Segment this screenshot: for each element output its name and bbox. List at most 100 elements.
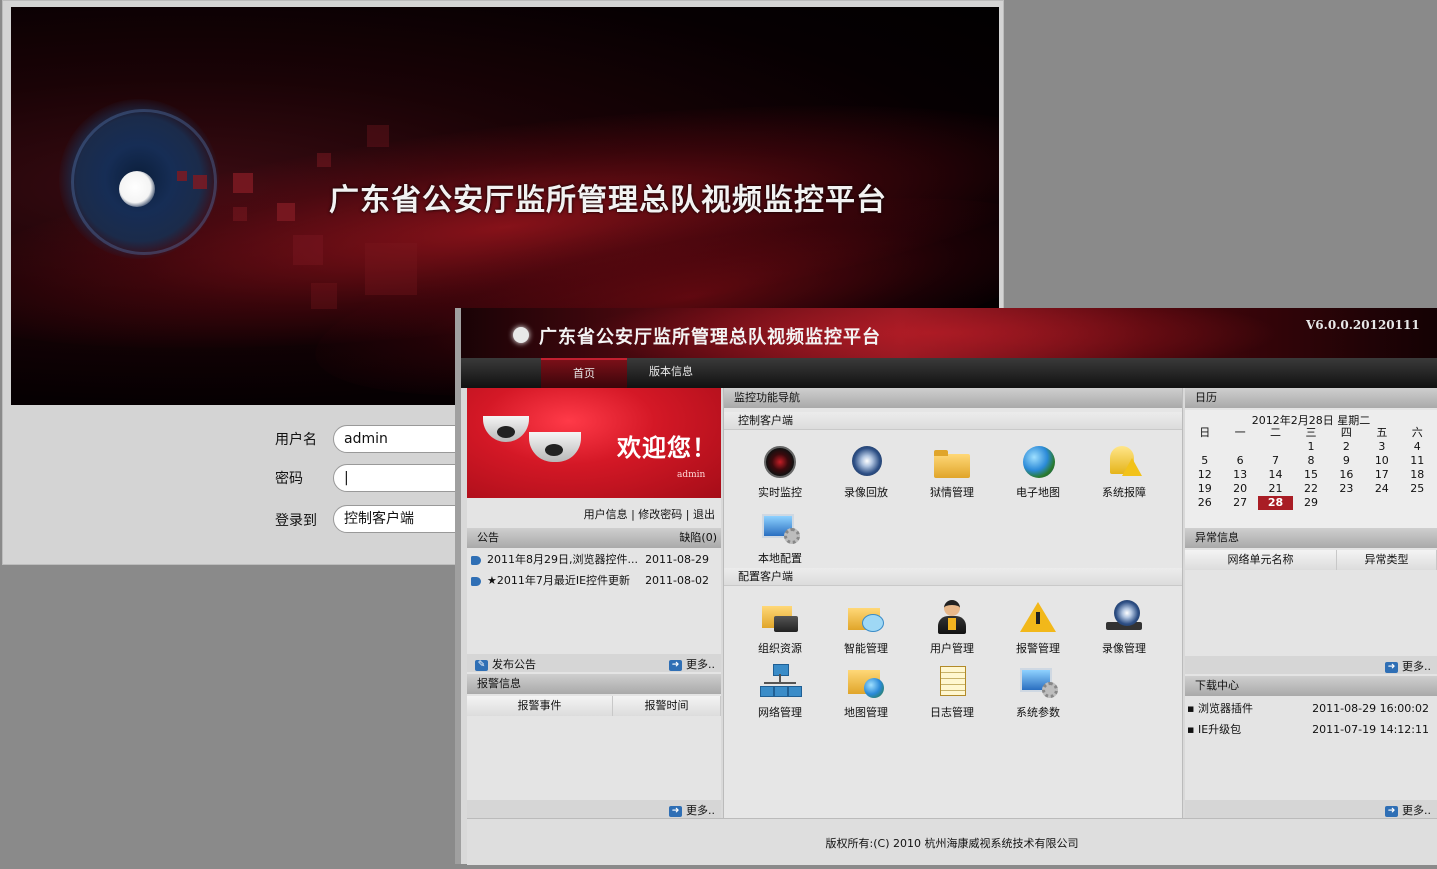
calendar-day (1400, 496, 1435, 510)
download-header: 下载中心 (1185, 676, 1437, 696)
list-item[interactable]: ★2011年7月最近IE控件更新 2011-08-02 (471, 571, 717, 591)
function-nav-panel: 监控功能导航 控制客户端 实时监控 录像回放 狱情管理 电子地图 系统报障 本地… (723, 388, 1183, 818)
welcome-user: admin (677, 470, 706, 480)
calendar-day[interactable]: 27 (1223, 496, 1258, 510)
username-label: 用户名 (275, 432, 317, 448)
speaker-icon (471, 555, 481, 565)
tile-system-fault[interactable]: 系统报障 (1084, 444, 1164, 508)
list-item[interactable]: ▪ IE升级包 2011-07-19 14:12:11 (1187, 719, 1435, 740)
username-input[interactable]: admin (333, 425, 473, 453)
calendar-week-row: 19 20 21 22 23 24 25 (1187, 482, 1435, 496)
calendar-weekday: 三 (1305, 426, 1317, 439)
function-nav-title: 监控功能导航 (724, 388, 1182, 408)
control-section-title: 控制客户端 (724, 412, 1182, 430)
calendar-day[interactable]: 12 (1187, 468, 1222, 482)
tile-log-management[interactable]: 日志管理 (912, 664, 992, 728)
notice-header: 公告 缺陷(0) (467, 528, 721, 548)
tile-smart-management[interactable]: 智能管理 (826, 600, 906, 664)
calendar-day[interactable]: 16 (1329, 468, 1364, 482)
calendar-day[interactable]: 21 (1258, 482, 1293, 496)
tab-home[interactable]: 首页 (541, 358, 627, 388)
calendar-day[interactable]: 1 (1293, 440, 1328, 454)
tile-prison-management[interactable]: 狱情管理 (912, 444, 992, 508)
notice-more-link[interactable]: ➜ 更多.. (669, 656, 715, 672)
calendar-day[interactable]: 25 (1400, 482, 1435, 496)
tile-local-config[interactable]: 本地配置 (740, 510, 820, 574)
arrow-right-icon: ➜ (669, 659, 682, 671)
tile-alarm-management[interactable]: 报警管理 (998, 600, 1078, 664)
calendar-day[interactable]: 8 (1293, 454, 1328, 468)
calendar-day[interactable]: 17 (1364, 468, 1399, 482)
calendar-week-row: 5 6 7 8 9 10 11 (1187, 454, 1435, 468)
calendar-day[interactable]: 10 (1364, 454, 1399, 468)
tile-playback[interactable]: 录像回放 (826, 444, 906, 508)
calendar-day[interactable]: 2 (1329, 440, 1364, 454)
list-item[interactable]: 2011年8月29日,浏览器控件... 2011-08-29 (471, 550, 717, 570)
calendar-day[interactable]: 24 (1364, 482, 1399, 496)
calendar-day[interactable]: 6 (1223, 454, 1258, 468)
arrow-right-icon: ➜ (1385, 805, 1398, 817)
tile-map-management[interactable]: 地图管理 (826, 664, 906, 728)
welcome-text: 欢迎您！ (617, 434, 717, 462)
calendar-weekday: 一 (1234, 426, 1246, 439)
column-header: 报警时间 (613, 696, 721, 716)
calendar-day[interactable]: 18 (1400, 468, 1435, 482)
calendar-week-row: 12 13 14 15 16 17 18 (1187, 468, 1435, 482)
notice-missing[interactable]: 缺陷(0) (679, 528, 717, 548)
welcome-banner: 欢迎您！ admin (467, 388, 721, 498)
warning-icon (1018, 600, 1058, 636)
user-links[interactable]: 用户信息 | 修改密码 | 退出 (467, 506, 715, 522)
calendar-day[interactable]: 9 (1329, 454, 1364, 468)
config-section-title: 配置客户端 (724, 568, 1182, 586)
calendar-today[interactable]: 28 (1258, 496, 1294, 510)
tile-network-management[interactable]: 网络管理 (740, 664, 820, 728)
column-header: 异常类型 (1337, 550, 1437, 570)
password-label: 密码 (275, 471, 303, 487)
tile-electronic-map[interactable]: 电子地图 (998, 444, 1078, 508)
tile-org-resources[interactable]: 组织资源 (740, 600, 820, 664)
notice-footer: ✎ 发布公告 ➜ 更多.. (467, 654, 721, 672)
login-to-label: 登录到 (275, 513, 317, 529)
film-reel-icon (846, 444, 886, 480)
list-item[interactable]: ▪ 浏览器插件 2011-08-29 16:00:02 (1187, 698, 1435, 719)
calendar-weekday: 日 (1199, 426, 1211, 439)
tile-recording-management[interactable]: 录像管理 (1084, 600, 1164, 664)
folder-icon (932, 444, 972, 480)
user-icon (932, 600, 972, 636)
calendar-day[interactable]: 22 (1293, 482, 1328, 496)
calendar-day[interactable]: 26 (1187, 496, 1222, 510)
exception-footer: ➜ 更多.. (1185, 656, 1437, 674)
calendar: 2012年2月28日 星期二 日一二三四五六 1 2 3 4 5 6 7 8 9 10 11 12 13 1… (1185, 410, 1437, 528)
calendar-day[interactable]: 13 (1223, 468, 1258, 482)
password-input[interactable]: | (333, 464, 473, 492)
right-column: 日历 2012年2月28日 星期二 日一二三四五六 1 2 3 4 5 6 7 8 9 10 11 12… (1185, 388, 1437, 818)
alarm-more-link[interactable]: ➜ 更多.. (669, 802, 715, 818)
camera-icon (760, 444, 800, 480)
calendar-day[interactable]: 19 (1187, 482, 1222, 496)
calendar-day[interactable]: 20 (1223, 482, 1258, 496)
calendar-day[interactable]: 14 (1258, 468, 1293, 482)
exception-header: 异常信息 (1185, 528, 1437, 548)
calendar-weekday: 五 (1376, 426, 1388, 439)
tab-version-info[interactable]: 版本信息 (631, 358, 711, 388)
calendar-day[interactable]: 29 (1293, 496, 1328, 510)
nav-bar: 首页 版本信息 (461, 358, 1437, 388)
calendar-day[interactable]: 7 (1258, 454, 1293, 468)
map-folder-icon (846, 664, 886, 700)
tile-user-management[interactable]: 用户管理 (912, 600, 992, 664)
calendar-day[interactable]: 15 (1293, 468, 1328, 482)
publish-notice-button[interactable]: ✎ 发布公告 (475, 656, 536, 672)
server-folder-icon (760, 600, 800, 636)
exception-more-link[interactable]: ➜ 更多.. (1385, 658, 1431, 674)
calendar-day[interactable]: 3 (1364, 440, 1399, 454)
login-to-select[interactable]: 控制客户端 (333, 505, 473, 533)
main-window: 广东省公安厅监所管理总队视频监控平台 V6.0.0.20120111 首页 版本… (455, 308, 1437, 865)
globe-icon (1018, 444, 1058, 480)
tile-realtime-monitor[interactable]: 实时监控 (740, 444, 820, 508)
calendar-day[interactable]: 5 (1187, 454, 1222, 468)
download-more-link[interactable]: ➜ 更多.. (1385, 802, 1431, 818)
calendar-day[interactable]: 11 (1400, 454, 1435, 468)
calendar-day[interactable]: 4 (1400, 440, 1435, 454)
tile-system-parameters[interactable]: 系统参数 (998, 664, 1078, 728)
calendar-day[interactable]: 23 (1329, 482, 1364, 496)
